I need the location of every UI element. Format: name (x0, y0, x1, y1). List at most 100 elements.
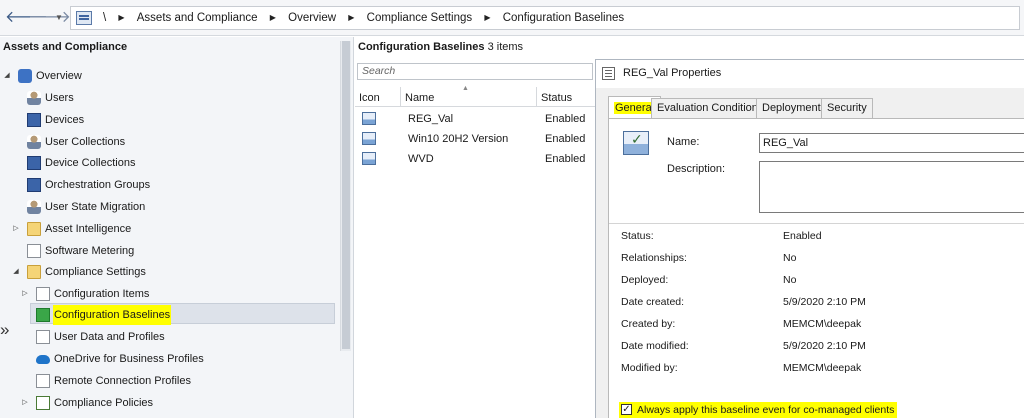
column-header-icon[interactable]: Icon (355, 87, 401, 107)
tab-label: General (614, 102, 656, 114)
nav-item-label: OneDrive for Business Profiles (54, 353, 204, 365)
breadcrumb-separator-icon[interactable]: ▶ (270, 7, 276, 29)
collapse-icon[interactable]: ◢ (12, 262, 20, 282)
search-input[interactable]: Search (357, 63, 593, 80)
nav-item-label: Remote Connection Profiles (54, 375, 191, 387)
results-title: Configuration Baselines (358, 41, 485, 53)
expand-icon[interactable]: ▷ (12, 219, 20, 239)
results-pane-title: Configuration Baselines 3 items (358, 41, 523, 53)
nav-item-label: Compliance Policies (54, 397, 154, 409)
row-name: REG_Val (408, 113, 454, 125)
prop-value: 5/9/2020 2:10 PM (783, 296, 866, 308)
breadcrumb-item[interactable]: Assets and Compliance (137, 7, 258, 29)
back-arrow-icon[interactable]: 🡐 (5, 8, 48, 28)
nav-item-label: Compliance Settings (45, 266, 146, 278)
users-icon (27, 91, 41, 105)
configuration-items-icon (36, 287, 50, 301)
co-managed-checkbox-row[interactable]: ✓ Always apply this baseline even for co-… (619, 402, 898, 418)
user-data-profiles-icon (36, 330, 50, 344)
breadcrumb-item[interactable]: Overview (288, 7, 336, 29)
nav-item-label: Devices (45, 114, 85, 126)
prop-value: Enabled (783, 230, 822, 242)
collapse-pane-icon[interactable]: » (0, 320, 10, 340)
prop-label: Date modified: (621, 340, 689, 352)
breadcrumb-separator-icon[interactable]: ▶ (348, 7, 354, 29)
prop-label: Deployed: (621, 274, 669, 286)
breadcrumb[interactable]: \ ▶ Assets and Compliance ▶ Overview ▶ C… (70, 6, 1020, 30)
collapse-icon[interactable]: ◢ (3, 66, 11, 86)
breadcrumb-separator-icon[interactable]: ▶ (118, 7, 124, 29)
table-row[interactable]: Win10 20H2 Version Enabled (355, 129, 595, 149)
prop-label: Created by: (621, 318, 676, 330)
overview-icon (18, 69, 32, 83)
breadcrumb-item[interactable]: Configuration Baselines (503, 7, 624, 29)
history-dropdown-icon[interactable]: ▼ (53, 8, 65, 28)
dialog-title: REG_Val Properties (623, 67, 722, 79)
results-pane: Configuration Baselines 3 items Search ▲… (355, 37, 595, 418)
orchestration-groups-icon (27, 178, 41, 192)
compliance-policies-icon (36, 396, 50, 410)
column-header-name[interactable]: Name (401, 87, 537, 107)
address-bar: 🡐 🡒 ▼ \ ▶ Assets and Compliance ▶ Overvi… (0, 0, 1024, 36)
nav-item-label: Overview (36, 70, 82, 82)
console-icon (76, 11, 92, 25)
prop-value: 5/9/2020 2:10 PM (783, 340, 866, 352)
table-row[interactable]: REG_Val Enabled (355, 109, 595, 129)
row-name: WVD (408, 153, 434, 165)
row-name: Win10 20H2 Version (408, 133, 509, 145)
description-label: Description: (667, 163, 726, 175)
divider (609, 223, 1024, 224)
software-metering-icon (27, 244, 41, 258)
nav-item-label: Asset Intelligence (45, 223, 132, 235)
configuration-baselines-icon (36, 308, 50, 322)
prop-label: Status: (621, 230, 654, 242)
onedrive-icon (36, 355, 50, 364)
results-count: 3 items (487, 41, 524, 53)
dialog-body: General Evaluation Conditions Deployment… (596, 88, 1024, 418)
devices-icon (27, 113, 41, 127)
scrollbar-thumb[interactable] (342, 41, 350, 349)
checkbox-label: Always apply this baseline even for co-m… (637, 404, 895, 416)
tab-evaluation-conditions[interactable]: Evaluation Conditions (651, 98, 770, 118)
description-field[interactable] (759, 161, 1024, 213)
nav-item-label: Orchestration Groups (45, 179, 151, 191)
name-field[interactable]: REG_Val (759, 133, 1024, 153)
navigation-pane: Assets and Compliance ◢ Overview Users D… (0, 37, 354, 418)
row-status: Enabled (545, 133, 586, 145)
prop-value: MEMCM\deepak (783, 362, 862, 374)
nav-item-label: Users (45, 92, 74, 104)
dialog-titlebar[interactable]: REG_Val Properties (596, 60, 1024, 88)
column-header-status[interactable]: Status (537, 87, 595, 107)
folder-icon (27, 222, 41, 236)
co-managed-checkbox[interactable]: ✓ (621, 403, 632, 415)
nav-item-label: User State Migration (45, 201, 146, 213)
tab-security[interactable]: Security (821, 98, 873, 118)
table-row[interactable]: WVD Enabled (355, 149, 595, 169)
prop-value: No (783, 274, 797, 286)
name-label: Name: (667, 136, 700, 148)
breadcrumb-root[interactable]: \ (103, 7, 106, 29)
nav-item-label: Software Metering (45, 245, 135, 257)
remote-connection-icon (36, 374, 50, 388)
expand-icon[interactable]: ▷ (21, 284, 29, 304)
column-headers: Icon Name Status (355, 87, 595, 107)
navigation-scrollbar[interactable] (340, 41, 351, 351)
row-status: Enabled (545, 113, 586, 125)
expand-icon[interactable]: ▷ (21, 393, 29, 413)
forward-arrow-icon[interactable]: 🡒 (28, 8, 71, 28)
prop-label: Modified by: (621, 362, 678, 374)
prop-value: MEMCM\deepak (783, 318, 862, 330)
nav-item-label: Configuration Items (54, 288, 150, 300)
properties-dialog: REG_Val Properties General Evaluation Co… (595, 59, 1024, 418)
prop-value: No (783, 252, 797, 264)
breadcrumb-separator-icon[interactable]: ▶ (484, 7, 490, 29)
properties-icon (602, 67, 615, 80)
device-collections-icon (27, 156, 41, 170)
nav-item-label: Device Collections (45, 157, 136, 169)
baseline-properties-icon (623, 131, 649, 155)
navigation-pane-title: Assets and Compliance (3, 41, 128, 53)
breadcrumb-item[interactable]: Compliance Settings (367, 7, 472, 29)
nav-item-label: User Data and Profiles (54, 331, 165, 343)
user-state-migration-icon (27, 200, 41, 214)
baseline-icon (362, 112, 376, 125)
